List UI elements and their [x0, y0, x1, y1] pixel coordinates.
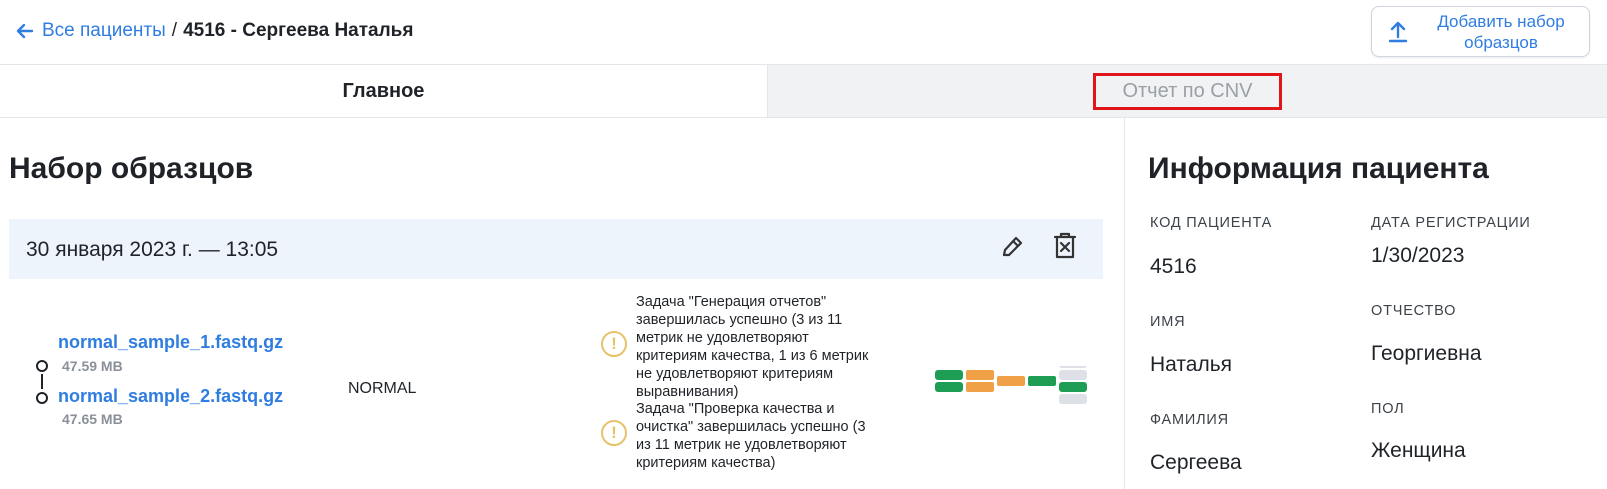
task-status-text: Задача "Генерация отчетов" завершилась у… — [636, 293, 916, 401]
qc-segment — [1059, 382, 1087, 392]
task-status-line: критериям качества) — [636, 455, 776, 471]
qc-segment — [1028, 376, 1056, 386]
breadcrumb: Все пациенты / 4516 - Сергеева Наталья — [16, 20, 413, 42]
qc-status-bar — [935, 366, 1087, 404]
file-connector-dot — [36, 360, 48, 372]
sample-sets-title: Набор образцов — [9, 152, 254, 185]
warning-icon: ! — [601, 420, 627, 446]
registration-date-value: 1/30/2023 — [1371, 244, 1465, 267]
sex-value: Женщина — [1371, 439, 1466, 462]
pencil-icon[interactable] — [1000, 234, 1024, 260]
patient-code-label: КОД ПАЦИЕНТА — [1150, 215, 1273, 231]
registration-date-label: ДАТА РЕГИСТРАЦИИ — [1371, 215, 1531, 231]
add-sample-set-button[interactable]: Добавить набор образцов — [1371, 6, 1590, 57]
back-to-patients-link[interactable]: Все пациенты — [16, 20, 166, 42]
sample-set-date: 30 января 2023 г. — 13:05 — [26, 238, 279, 261]
breadcrumb-separator: / — [171, 20, 178, 41]
last-name-value: Сергеева — [1150, 451, 1242, 474]
qc-segment — [966, 370, 994, 380]
file-link[interactable]: normal_sample_1.fastq.gz — [58, 332, 283, 353]
top-bar: Все пациенты / 4516 - Сергеева Наталья Д… — [0, 0, 1607, 64]
task-status-line: Задача "Генерация отчетов" — [636, 294, 827, 310]
sample-type: NORMAL — [348, 380, 417, 397]
patient-info-panel: Информация пациента КОД ПАЦИЕНТА 4516 ДА… — [1124, 118, 1607, 489]
tab-cnv-report[interactable]: Отчет по CNV — [768, 65, 1607, 117]
trash-icon[interactable] — [1053, 232, 1077, 260]
task-status-text: Задача "Проверка качества и очистка" зав… — [636, 400, 916, 472]
file-connector-dot — [36, 392, 48, 404]
task-status-line: из 11 метрик не удовлетворяют — [636, 437, 847, 453]
qc-segment — [1059, 366, 1087, 368]
arrow-left-icon — [16, 23, 34, 39]
sample-sets-panel: Набор образцов 30 января 2023 г. — 13:05… — [0, 118, 1124, 489]
patronymic-value: Георгиевна — [1371, 342, 1482, 365]
sex-label: ПОЛ — [1371, 401, 1405, 417]
task-status-line: очистка" завершилась успешно (3 — [636, 419, 866, 435]
qc-segment — [1059, 370, 1087, 380]
qc-segment — [1059, 394, 1087, 404]
last-name-label: ФАМИЛИЯ — [1150, 412, 1229, 428]
add-sample-set-label: Добавить набор образцов — [1437, 11, 1565, 52]
first-name-value: Наталья — [1150, 353, 1233, 376]
file-size: 47.65 MB — [62, 411, 123, 427]
patient-info-title: Информация пациента — [1148, 152, 1489, 185]
task-status-line: Задача "Проверка качества и — [636, 401, 835, 417]
qc-segment — [935, 370, 963, 380]
first-name-label: ИМЯ — [1150, 314, 1186, 330]
tab-cnv-report-label: Отчет по CNV — [1093, 72, 1282, 110]
patient-code-value: 4516 — [1150, 255, 1197, 278]
qc-segment — [935, 382, 963, 392]
tab-main[interactable]: Главное — [0, 65, 768, 117]
breadcrumb-current: 4516 - Сергеева Наталья — [183, 20, 414, 41]
task-status-line: завершилась успешно (3 из 11 — [636, 312, 843, 328]
file-size: 47.59 MB — [62, 358, 123, 374]
back-link-label: Все пациенты — [42, 20, 166, 41]
task-status-line: критериям качества, 1 из 6 метрик — [636, 348, 869, 364]
task-status-line: метрик не удовлетворяют — [636, 330, 809, 346]
file-link[interactable]: normal_sample_2.fastq.gz — [58, 386, 283, 407]
file-connector-line — [41, 374, 43, 389]
task-status-line: выравнивания) — [636, 384, 739, 400]
upload-icon — [1388, 21, 1408, 43]
qc-segment — [997, 376, 1025, 386]
sample-set-header: 30 января 2023 г. — 13:05 — [9, 219, 1103, 279]
patronymic-label: ОТЧЕСТВО — [1371, 303, 1457, 319]
qc-segment — [966, 382, 994, 392]
warning-icon: ! — [601, 331, 627, 357]
tab-bar: Главное Отчет по CNV — [0, 64, 1607, 118]
task-status-line: не удовлетворяют критериям — [636, 366, 834, 382]
